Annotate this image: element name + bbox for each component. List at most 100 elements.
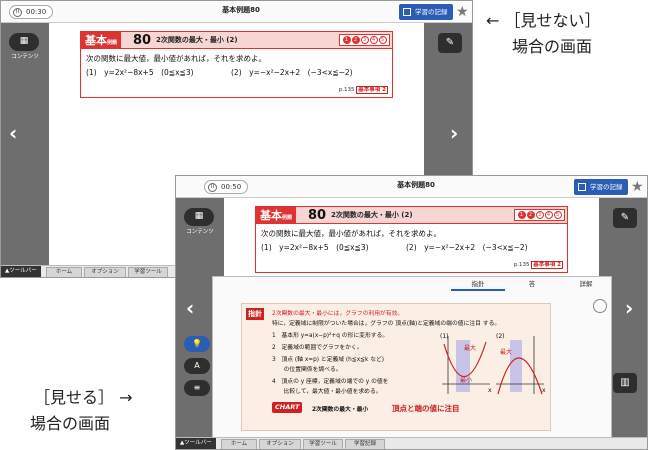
star-icon[interactable]: ★ [456, 3, 469, 21]
problem-header: 基本例題 80 2次関数の最大・最小 (2) 12345 [256, 207, 567, 224]
hint-line: 3 頂点 (軸 x=p) と定義域 (h≦x≦k など) [272, 357, 385, 363]
annotation-shown-line2: 場合の画面 [30, 414, 111, 433]
difficulty-circle: 4 [369, 36, 378, 44]
parabola-graphs: (1) (2) 最大 最小 最大 x x [440, 333, 546, 395]
contents-label: コンテンツ [186, 229, 214, 235]
top-bar: II 00:50 基本例題80 学習の記録 ★ [176, 176, 647, 198]
problem-number: 80 [308, 208, 327, 223]
problem-box: 基本例題 80 2次関数の最大・最小 (2) 12345 次の関数に最大値，最小… [80, 31, 393, 98]
problem-item-2: (2) y=−x²−2x+2 (−3<x≦−2) [231, 68, 353, 77]
note-edit-icon[interactable]: ✎ [613, 208, 637, 228]
toolbar-tab-option[interactable]: オプション [259, 439, 301, 449]
problem-statement: 次の関数に最大値，最小値があれば，それを求めよ。 [261, 229, 441, 238]
timer-value: 00:50 [221, 183, 242, 191]
prev-arrow-icon[interactable]: ‹ [186, 298, 194, 318]
toolbar-tab-study-record[interactable]: 学習記録 [345, 439, 385, 449]
notebook-icon [578, 183, 586, 191]
annotation-hidden-line2: 場合の画面 [512, 37, 593, 56]
next-arrow-icon[interactable]: › [450, 123, 458, 143]
hint-line: 4 頂点の y 座標，定義域の端での y の値を [272, 379, 389, 385]
prev-arrow-icon[interactable]: ‹ [9, 123, 17, 143]
toolbar-tab-option[interactable]: オプション [84, 267, 126, 277]
graph-label-2: (2) [496, 333, 505, 340]
note-edit-icon[interactable]: ✎ [438, 33, 462, 53]
top-bar: II 00:30 基本例題80 学習の記録 ★ [1, 1, 472, 23]
kihon-text: 基本 [260, 209, 282, 222]
hint-line: 2 定義域の範囲でグラフをかく。 [272, 345, 363, 351]
difficulty-circle: 2 [351, 36, 360, 44]
detail-pill[interactable]: ≡ [184, 380, 210, 396]
reidai-text: 例題 [282, 215, 293, 221]
contents-icon[interactable]: ▦ [9, 33, 39, 51]
graph-label-1: (1) [440, 333, 449, 340]
tab-detail[interactable]: 詳解 [559, 277, 613, 291]
min-label-1: 最小 [460, 376, 472, 384]
reference-link[interactable]: p.135 基本事項 2 [338, 85, 388, 94]
reference-page: p.135 [513, 262, 530, 268]
kihon-badge: 基本例題 [256, 207, 297, 224]
problem-item-1: (1) y=2x²−8x+5 (0≦x≦3) [261, 243, 369, 252]
kihon-text: 基本 [85, 34, 107, 47]
problem-item-1: (1) y=2x²−8x+5 (0≦x≦3) [86, 68, 194, 77]
timer[interactable]: II 00:30 [9, 5, 54, 19]
lightbulb-icon: 💡 [192, 339, 202, 348]
hint-line: 2次関数の最大・最小には，グラフの利用が有効。 [272, 311, 404, 317]
toolbar-toggle[interactable]: ▲ツールバー [176, 438, 216, 449]
study-record-label: 学習の記録 [590, 183, 623, 191]
difficulty-circle: 5 [553, 211, 562, 219]
hint-tag: 指針 [246, 308, 264, 320]
toolbar-tab-home[interactable]: ホーム [221, 439, 257, 449]
pause-icon[interactable]: II [13, 8, 22, 17]
page-title: 基本例題80 [222, 6, 260, 14]
solution-panel: 指針 答 詳解 指針 2次関数の最大・最小には，グラフの利用が有効。 特に，定義… [212, 276, 612, 438]
reference-link[interactable]: p.135 基本事項 2 [513, 260, 563, 269]
toolbar-tab-study-tools[interactable]: 学習ツール [303, 439, 343, 449]
problem-statement: 次の関数に最大値，最小値があれば，それを求めよ。 [86, 54, 266, 63]
difficulty-circle: 4 [544, 211, 553, 219]
difficulty-circle: 3 [360, 36, 369, 44]
reference-badge: 基本事項 2 [356, 86, 388, 94]
difficulty-circle: 5 [378, 36, 387, 44]
hint-line: 1 基本形 y=a(x−p)²+q の形に変形する。 [272, 333, 389, 339]
contents-label: コンテンツ [11, 54, 39, 60]
study-record-button[interactable]: 学習の記録 [574, 179, 628, 195]
chart-text-2: 頂点と端の値に注目 [392, 404, 460, 413]
difficulty-circle: 3 [535, 211, 544, 219]
answer-icon: A [194, 361, 200, 370]
answer-pill[interactable]: A [184, 358, 210, 374]
toolbar-toggle[interactable]: ▲ツールバー [1, 266, 41, 277]
problem-item-2: (2) y=−x²−2x+2 (−3<x≦−2) [406, 243, 528, 252]
timer[interactable]: II 00:50 [204, 180, 249, 194]
book-icon[interactable]: ▥ [613, 373, 637, 393]
annotation-hidden-line1: ← ［見せない］ [486, 11, 601, 30]
toolbar-tab-study-tools[interactable]: 学習ツール [128, 267, 168, 277]
study-record-button[interactable]: 学習の記録 [399, 4, 453, 20]
zoom-icon[interactable] [593, 299, 607, 313]
left-sidebar: ▦ コンテンツ ‹ [1, 23, 49, 277]
problem-title: 2次関数の最大・最小 (2) [156, 36, 238, 44]
hint-pill[interactable]: 💡 [184, 336, 210, 352]
difficulty-indicator: 12345 [514, 209, 565, 221]
problem-box: 基本例題 80 2次関数の最大・最小 (2) 12345 次の関数に最大値，最小… [255, 206, 568, 273]
hint-line: 比較して，最大値・最小値を求める。 [272, 389, 382, 395]
pause-icon[interactable]: II [208, 183, 217, 192]
hint-box: 指針 2次関数の最大・最小には，グラフの利用が有効。 特に，定義域に制限がついた… [241, 303, 551, 431]
reference-page: p.135 [338, 87, 355, 93]
kihon-badge: 基本例題 [81, 32, 122, 49]
study-record-label: 学習の記録 [415, 8, 448, 16]
reidai-text: 例題 [107, 40, 118, 46]
page-title: 基本例題80 [397, 181, 435, 189]
x-label-2: x [542, 387, 546, 394]
difficulty-circle: 1 [517, 211, 526, 219]
tab-answer[interactable]: 答 [505, 277, 559, 291]
star-icon[interactable]: ★ [631, 178, 644, 196]
screen-shown: II 00:50 基本例題80 学習の記録 ★ ▦ コンテンツ ‹ 💡 A ≡ … [175, 175, 648, 450]
problem-title: 2次関数の最大・最小 (2) [331, 211, 413, 219]
tab-hint[interactable]: 指針 [451, 277, 505, 291]
contents-icon[interactable]: ▦ [184, 208, 214, 226]
next-arrow-icon[interactable]: › [625, 298, 633, 318]
detail-icon: ≡ [193, 383, 201, 392]
annotation-shown-line1: ［見せる］ → [34, 388, 133, 407]
x-label-1: x [488, 387, 492, 394]
toolbar-tab-home[interactable]: ホーム [46, 267, 82, 277]
